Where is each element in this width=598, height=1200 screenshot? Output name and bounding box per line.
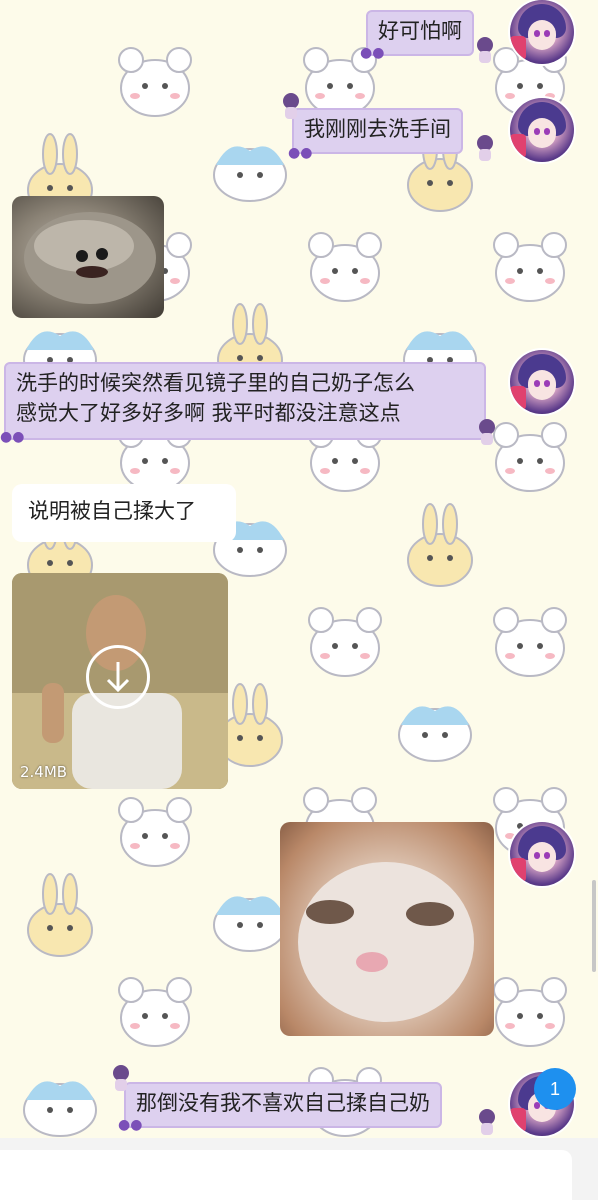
bubble-decoration-icon [476, 418, 498, 446]
scrollbar[interactable] [592, 880, 596, 972]
bubble-decoration-icon [474, 134, 496, 162]
sticker-image[interactable] [280, 822, 494, 1036]
download-button[interactable] [86, 645, 150, 709]
sticker-image[interactable] [12, 196, 164, 318]
bubble-decoration-icon [110, 1064, 132, 1092]
video-message[interactable]: 2.4MB [12, 573, 228, 789]
message-bubble[interactable]: 那倒没有我不喜欢自己揉自己奶 [124, 1082, 442, 1128]
cat-sticker-icon [298, 862, 474, 1022]
message-text: 好可怕啊 [378, 19, 462, 43]
message-text: 那倒没有我不喜欢自己揉自己奶 [136, 1091, 430, 1115]
download-icon [106, 662, 130, 693]
unread-count-badge[interactable]: 1 [534, 1068, 576, 1110]
message-bubble[interactable]: 说明被自己揉大了 [12, 484, 236, 542]
bubble-decoration-icon [476, 1108, 498, 1136]
grape-icon: ●● [118, 1117, 143, 1133]
input-bar [0, 1138, 598, 1200]
grape-icon: ●● [288, 145, 313, 161]
message-bubble[interactable]: 洗手的时候突然看见镜子里的自己奶子怎么 感觉大了好多好多啊 我平时都没注意这点 [4, 362, 486, 440]
avatar[interactable] [510, 350, 574, 414]
avatar[interactable] [510, 98, 574, 162]
message-input[interactable] [0, 1150, 572, 1200]
grape-icon: ●● [0, 429, 25, 445]
file-size: 2.4MB [20, 763, 68, 781]
message-text-line: 感觉大了好多好多啊 我平时都没注意这点 [16, 401, 401, 425]
bubble-decoration-icon [280, 92, 302, 120]
message-text: 说明被自己揉大了 [28, 499, 196, 523]
grape-icon: ●● [360, 45, 385, 61]
avatar[interactable] [510, 0, 574, 64]
avatar[interactable] [510, 822, 574, 886]
message-text-line: 洗手的时候突然看见镜子里的自己奶子怎么 [16, 371, 415, 395]
bubble-decoration-icon [474, 36, 496, 64]
message-text: 我刚刚去洗手间 [304, 117, 451, 141]
message-bubble[interactable]: 我刚刚去洗手间 [292, 108, 463, 154]
seal-sticker-icon [24, 212, 156, 304]
